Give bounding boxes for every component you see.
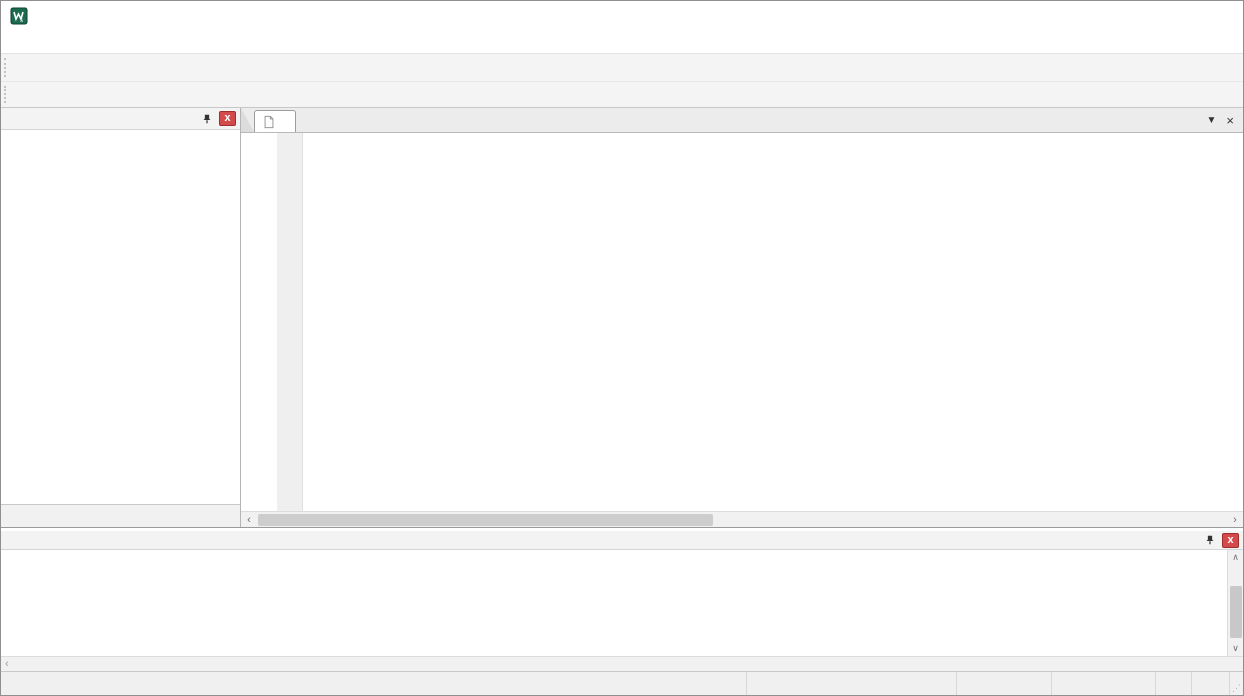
pin-icon[interactable] [198,111,216,127]
title-bar: s [1,1,1243,30]
red-annotation-rect [267,154,707,348]
line-number-gutter [277,133,303,511]
project-panel-close-icon[interactable]: x [219,111,236,126]
status-caps-indicator [1155,672,1191,695]
scroll-left-icon[interactable]: ‹ [5,658,9,670]
project-tree [1,130,240,504]
status-mode [746,672,956,695]
build-toolbar [1,82,1243,108]
menu-bar [1,30,1243,54]
code-editor[interactable] [241,133,1243,511]
project-panel-tabs [1,504,240,527]
document-icon [262,115,276,129]
scroll-right-icon[interactable]: › [1227,512,1243,527]
project-panel: x [1,108,241,527]
editor-tab-bar: ▼ × [241,108,1243,133]
build-pin-icon[interactable] [1201,532,1219,548]
tabbar-slant-decoration [241,108,254,132]
scroll-down-icon[interactable]: ∨ [1228,641,1243,656]
main-toolbar [1,54,1243,82]
status-message-cell [1,672,746,695]
build-output-close-icon[interactable]: x [1222,533,1239,548]
window-controls [1105,1,1243,30]
resize-grip[interactable]: ⋰ [1229,672,1243,695]
tab-close-icon[interactable]: × [1226,113,1234,128]
build-hscrollbar[interactable]: ‹ [1,656,1243,671]
scroll-left-icon[interactable]: ‹ [241,512,257,527]
tabbar-controls: ▼ × [1207,108,1244,132]
status-num-indicator [1191,672,1229,695]
project-panel-header: x [1,108,240,130]
status-bar: ⋰ [1,671,1243,695]
editor-hscroll-thumb[interactable] [258,514,713,526]
build-output-log[interactable] [1,550,1227,656]
build-vscroll-thumb[interactable] [1230,586,1242,638]
build-output-header: x [1,531,1243,550]
build-vscrollbar[interactable]: ∧ ∨ [1227,550,1243,656]
minimize-button[interactable] [1105,1,1151,30]
maximize-button[interactable] [1151,1,1197,30]
tab-main-c[interactable] [254,110,296,132]
svg-text:s: s [20,18,23,24]
status-cursor-position [1051,672,1155,695]
editor-hscrollbar[interactable]: ‹ › [241,511,1243,527]
build-output-panel: x ∧ ∨ ‹ [1,527,1243,671]
tab-list-chevron-icon[interactable]: ▼ [1207,115,1217,126]
uvision-window: s x [0,0,1244,696]
uvision-app-icon: s [10,7,28,25]
scroll-up-icon[interactable]: ∧ [1228,550,1243,565]
code-lines [241,133,1243,137]
build-output-body: ∧ ∨ [1,550,1243,656]
close-button[interactable] [1197,1,1243,30]
main-area: x ▼ × ‹ [1,108,1243,527]
editor-pane: ▼ × ‹ › [241,108,1243,527]
status-spare-cell [956,672,1051,695]
